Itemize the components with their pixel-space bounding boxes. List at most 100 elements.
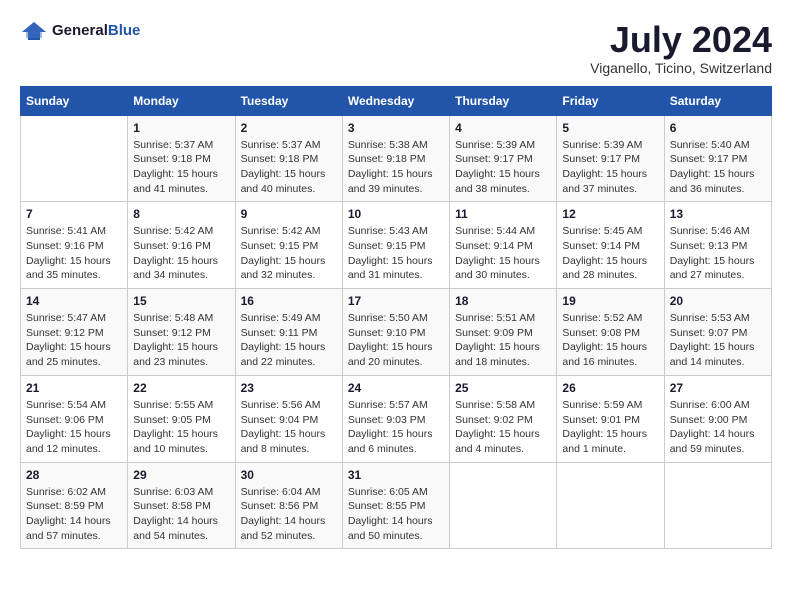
- day-info: Sunrise: 5:39 AM Sunset: 9:17 PM Dayligh…: [455, 138, 551, 197]
- calendar-cell: 26 Sunrise: 5:59 AM Sunset: 9:01 PM Dayli…: [557, 375, 664, 462]
- calendar-cell: 21Sunrise: 5:54 AM Sunset: 9:06 PM Dayli…: [21, 375, 128, 462]
- calendar-cell: [21, 115, 128, 202]
- day-number: 16: [241, 294, 337, 308]
- calendar-table: SundayMondayTuesdayWednesdayThursdayFrid…: [20, 86, 772, 550]
- day-info: Sunrise: 5:48 AM Sunset: 9:12 PM Dayligh…: [133, 311, 229, 370]
- calendar-cell: 3Sunrise: 5:38 AM Sunset: 9:18 PM Daylig…: [342, 115, 449, 202]
- calendar-week-row: 1Sunrise: 5:37 AM Sunset: 9:18 PM Daylig…: [21, 115, 772, 202]
- calendar-cell: 27 Sunrise: 6:00 AM Sunset: 9:00 PM Dayli…: [664, 375, 771, 462]
- calendar-cell: 12Sunrise: 5:45 AM Sunset: 9:14 PM Dayli…: [557, 202, 664, 289]
- day-number: 9: [241, 207, 337, 221]
- day-number: 26: [562, 381, 658, 395]
- day-info: Sunrise: 5:40 AM Sunset: 9:17 PM Dayligh…: [670, 138, 766, 197]
- day-number: 5: [562, 121, 658, 135]
- day-number: 10: [348, 207, 444, 221]
- day-number: 22: [133, 381, 229, 395]
- day-number: 2: [241, 121, 337, 135]
- day-info: Sunrise: 6:04 AM Sunset: 8:56 PM Dayligh…: [241, 485, 337, 544]
- day-info: Sunrise: 5:42 AM Sunset: 9:15 PM Dayligh…: [241, 224, 337, 283]
- logo-blue: Blue: [108, 22, 141, 39]
- calendar-week-row: 21Sunrise: 5:54 AM Sunset: 9:06 PM Dayli…: [21, 375, 772, 462]
- day-info: Sunrise: 5:55 AM Sunset: 9:05 PM Dayligh…: [133, 398, 229, 457]
- day-info: Sunrise: 5:57 AM Sunset: 9:03 PM Dayligh…: [348, 398, 444, 457]
- day-of-week-header: Wednesday: [342, 86, 449, 115]
- day-info: Sunrise: 5:59 AM Sunset: 9:01 PM Dayligh…: [562, 398, 658, 457]
- day-number: 29: [133, 468, 229, 482]
- calendar-cell: 31Sunrise: 6:05 AM Sunset: 8:55 PM Dayli…: [342, 462, 449, 549]
- calendar-cell: 13 Sunrise: 5:46 AM Sunset: 9:13 PM Dayli…: [664, 202, 771, 289]
- day-of-week-header: Tuesday: [235, 86, 342, 115]
- title-block: July 2024 Viganello, Ticino, Switzerland: [590, 20, 772, 76]
- calendar-cell: 7Sunrise: 5:41 AM Sunset: 9:16 PM Daylig…: [21, 202, 128, 289]
- day-info: Sunrise: 5:49 AM Sunset: 9:11 PM Dayligh…: [241, 311, 337, 370]
- calendar-cell: [450, 462, 557, 549]
- calendar-cell: [664, 462, 771, 549]
- month-title: July 2024: [590, 20, 772, 60]
- day-number: 12: [562, 207, 658, 221]
- day-info: Sunrise: 5:58 AM Sunset: 9:02 PM Dayligh…: [455, 398, 551, 457]
- calendar-cell: 10 Sunrise: 5:43 AM Sunset: 9:15 PM Dayli…: [342, 202, 449, 289]
- calendar-cell: 23Sunrise: 5:56 AM Sunset: 9:04 PM Dayli…: [235, 375, 342, 462]
- day-number: 19: [562, 294, 658, 308]
- day-number: 7: [26, 207, 122, 221]
- calendar-cell: 17 Sunrise: 5:50 AM Sunset: 9:10 PM Dayli…: [342, 289, 449, 376]
- day-number: 30: [241, 468, 337, 482]
- day-number: 25: [455, 381, 551, 395]
- day-info: Sunrise: 6:00 AM Sunset: 9:00 PM Dayligh…: [670, 398, 766, 457]
- calendar-cell: 9 Sunrise: 5:42 AM Sunset: 9:15 PM Daylig…: [235, 202, 342, 289]
- day-info: Sunrise: 5:37 AM Sunset: 9:18 PM Dayligh…: [133, 138, 229, 197]
- day-number: 13: [670, 207, 766, 221]
- day-number: 6: [670, 121, 766, 135]
- page-header: GeneralBlue July 2024 Viganello, Ticino,…: [20, 20, 772, 76]
- day-of-week-header: Saturday: [664, 86, 771, 115]
- day-info: Sunrise: 6:03 AM Sunset: 8:58 PM Dayligh…: [133, 485, 229, 544]
- calendar-cell: 2 Sunrise: 5:37 AM Sunset: 9:18 PM Daylig…: [235, 115, 342, 202]
- calendar-cell: 24Sunrise: 5:57 AM Sunset: 9:03 PM Dayli…: [342, 375, 449, 462]
- logo-general: General: [52, 22, 108, 39]
- day-number: 8: [133, 207, 229, 221]
- calendar-header-row: SundayMondayTuesdayWednesdayThursdayFrid…: [21, 86, 772, 115]
- calendar-week-row: 28 Sunrise: 6:02 AM Sunset: 8:59 PM Dayli…: [21, 462, 772, 549]
- day-number: 20: [670, 294, 766, 308]
- day-number: 17: [348, 294, 444, 308]
- day-number: 14: [26, 294, 122, 308]
- calendar-cell: 20Sunrise: 5:53 AM Sunset: 9:07 PM Dayli…: [664, 289, 771, 376]
- calendar-cell: 25 Sunrise: 5:58 AM Sunset: 9:02 PM Dayli…: [450, 375, 557, 462]
- calendar-cell: 15 Sunrise: 5:48 AM Sunset: 9:12 PM Dayli…: [128, 289, 235, 376]
- day-info: Sunrise: 5:56 AM Sunset: 9:04 PM Dayligh…: [241, 398, 337, 457]
- logo-text: GeneralBlue: [52, 22, 140, 40]
- day-number: 28: [26, 468, 122, 482]
- day-info: Sunrise: 5:54 AM Sunset: 9:06 PM Dayligh…: [26, 398, 122, 457]
- day-number: 11: [455, 207, 551, 221]
- day-of-week-header: Monday: [128, 86, 235, 115]
- day-info: Sunrise: 5:52 AM Sunset: 9:08 PM Dayligh…: [562, 311, 658, 370]
- day-info: Sunrise: 5:37 AM Sunset: 9:18 PM Dayligh…: [241, 138, 337, 197]
- calendar-cell: 30 Sunrise: 6:04 AM Sunset: 8:56 PM Dayli…: [235, 462, 342, 549]
- calendar-cell: 22 Sunrise: 5:55 AM Sunset: 9:05 PM Dayli…: [128, 375, 235, 462]
- calendar-cell: 14 Sunrise: 5:47 AM Sunset: 9:12 PM Dayli…: [21, 289, 128, 376]
- day-number: 18: [455, 294, 551, 308]
- day-info: Sunrise: 5:47 AM Sunset: 9:12 PM Dayligh…: [26, 311, 122, 370]
- calendar-cell: 5 Sunrise: 5:39 AM Sunset: 9:17 PM Daylig…: [557, 115, 664, 202]
- calendar-cell: 18Sunrise: 5:51 AM Sunset: 9:09 PM Dayli…: [450, 289, 557, 376]
- day-info: Sunrise: 5:39 AM Sunset: 9:17 PM Dayligh…: [562, 138, 658, 197]
- calendar-cell: 4 Sunrise: 5:39 AM Sunset: 9:17 PM Daylig…: [450, 115, 557, 202]
- day-of-week-header: Thursday: [450, 86, 557, 115]
- calendar-week-row: 7Sunrise: 5:41 AM Sunset: 9:16 PM Daylig…: [21, 202, 772, 289]
- day-of-week-header: Sunday: [21, 86, 128, 115]
- calendar-cell: 6 Sunrise: 5:40 AM Sunset: 9:17 PM Daylig…: [664, 115, 771, 202]
- calendar-week-row: 14 Sunrise: 5:47 AM Sunset: 9:12 PM Dayli…: [21, 289, 772, 376]
- day-number: 27: [670, 381, 766, 395]
- day-info: Sunrise: 5:50 AM Sunset: 9:10 PM Dayligh…: [348, 311, 444, 370]
- day-number: 15: [133, 294, 229, 308]
- day-info: Sunrise: 5:46 AM Sunset: 9:13 PM Dayligh…: [670, 224, 766, 283]
- calendar-cell: 16 Sunrise: 5:49 AM Sunset: 9:11 PM Dayli…: [235, 289, 342, 376]
- logo-icon: [20, 20, 48, 42]
- calendar-cell: 8Sunrise: 5:42 AM Sunset: 9:16 PM Daylig…: [128, 202, 235, 289]
- day-number: 3: [348, 121, 444, 135]
- day-number: 4: [455, 121, 551, 135]
- location: Viganello, Ticino, Switzerland: [590, 60, 772, 76]
- calendar-cell: 11Sunrise: 5:44 AM Sunset: 9:14 PM Dayli…: [450, 202, 557, 289]
- day-info: Sunrise: 5:43 AM Sunset: 9:15 PM Dayligh…: [348, 224, 444, 283]
- day-info: Sunrise: 6:02 AM Sunset: 8:59 PM Dayligh…: [26, 485, 122, 544]
